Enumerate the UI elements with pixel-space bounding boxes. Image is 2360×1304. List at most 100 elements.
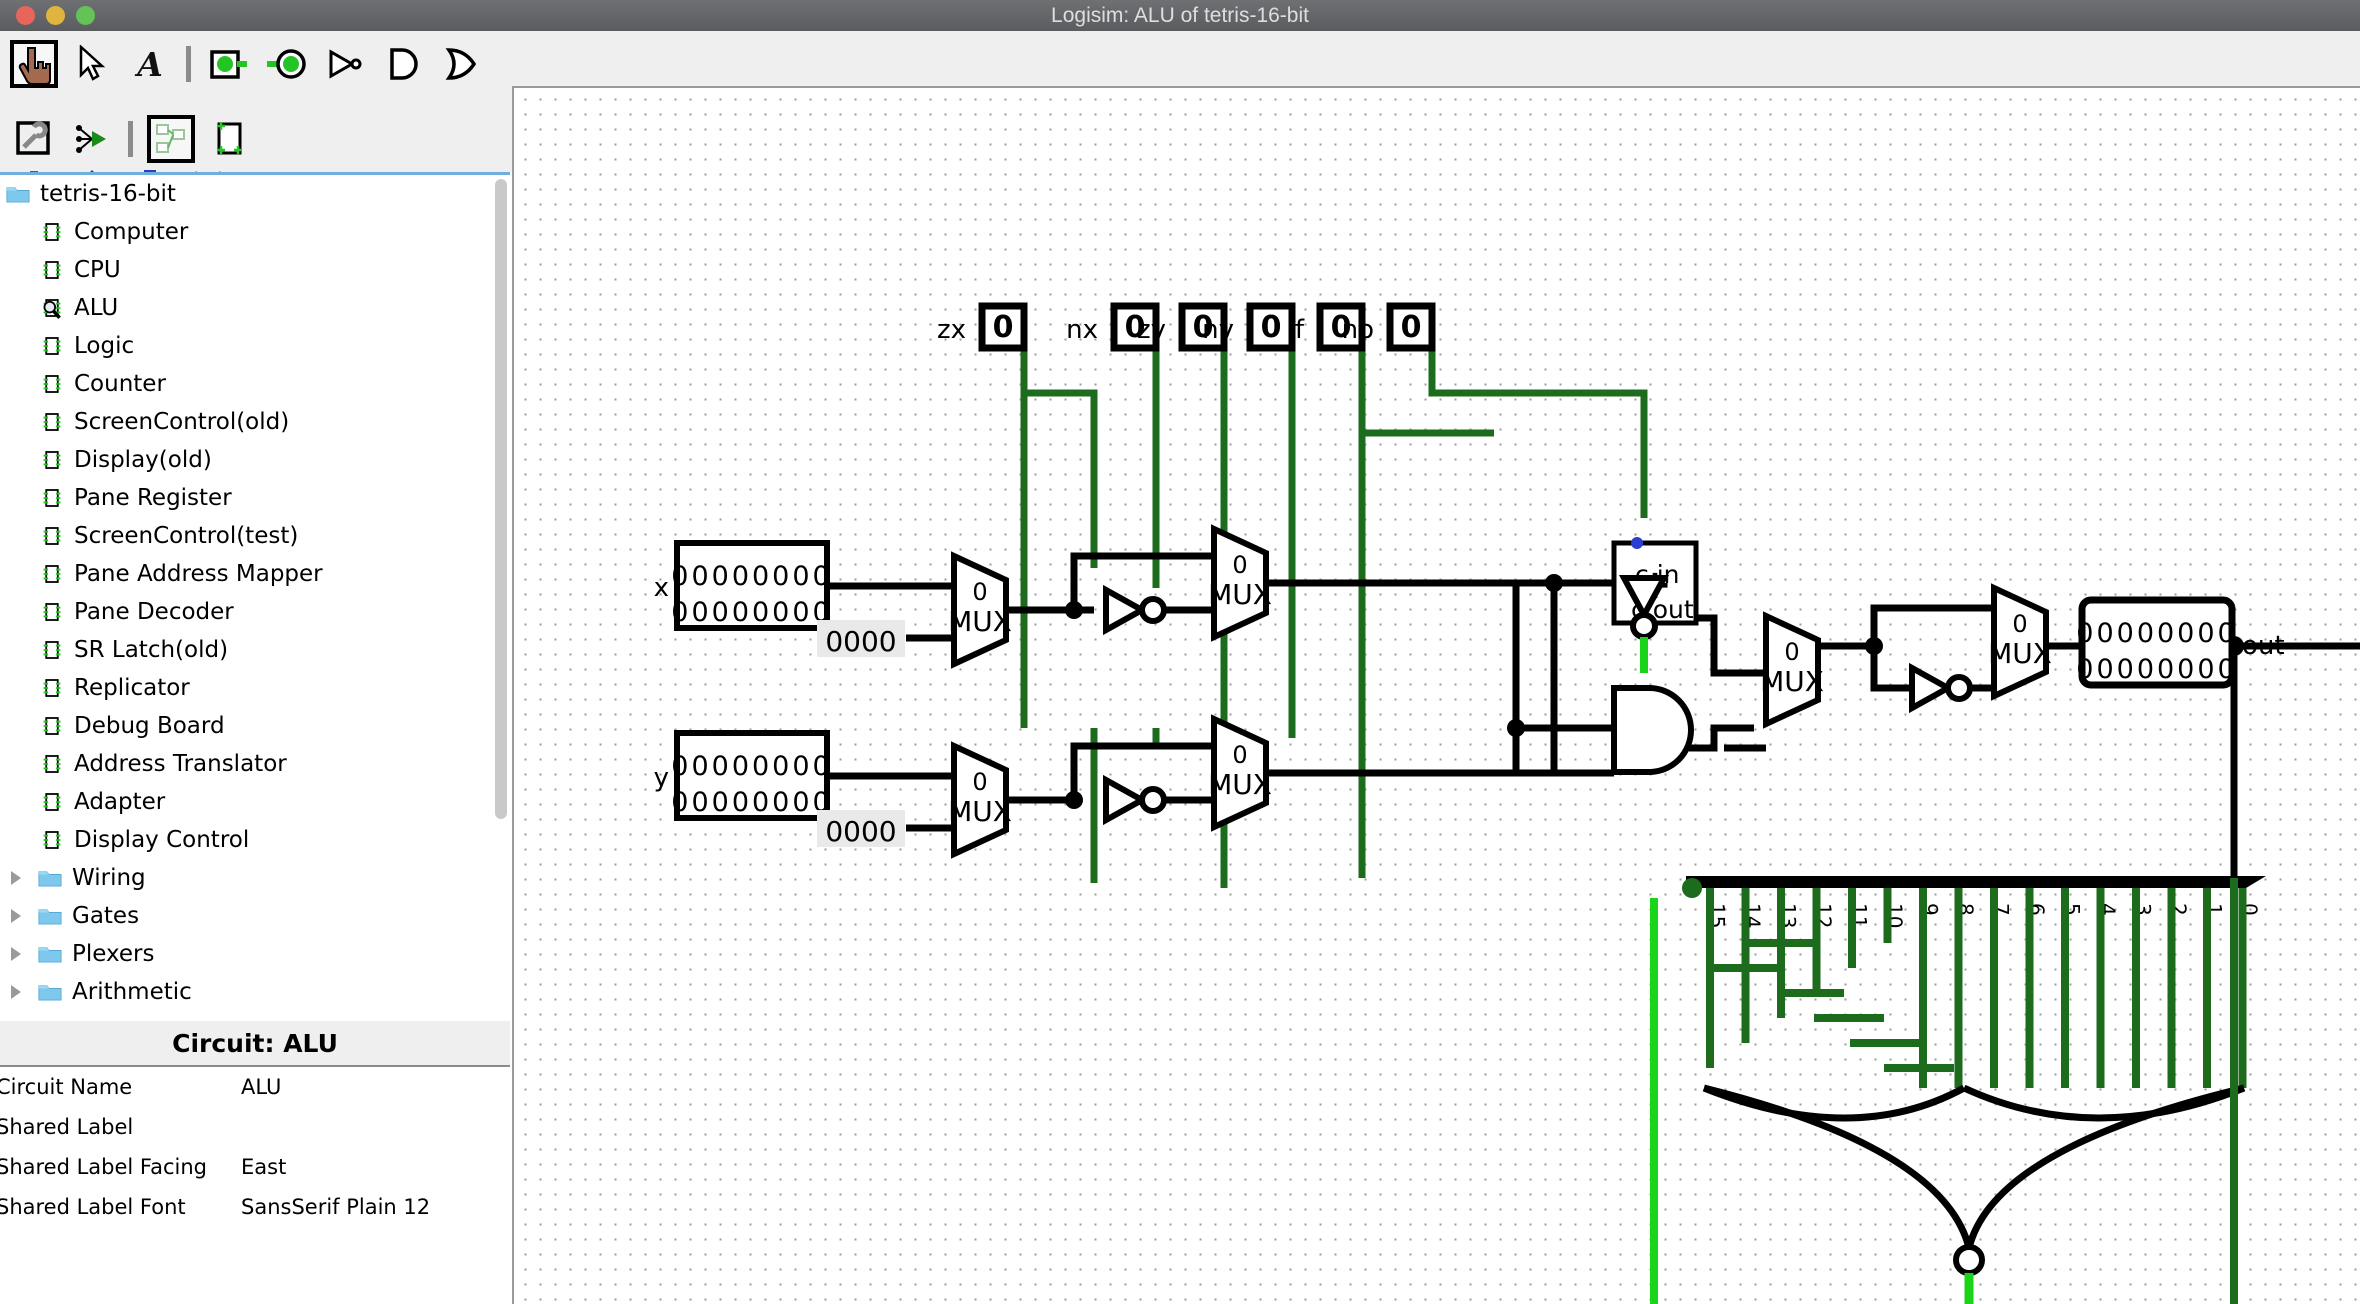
tree-item-label: ALU [74,295,119,321]
tree-item-label: Pane Address Mapper [74,561,323,587]
tree-library-expander[interactable] [4,907,28,925]
circuit-drawing: 0 zx 0 nx 0 zy 0 ny 0 f 0 no 00000000 00… [654,302,2360,1304]
mux-y-zero[interactable]: 0 MUX [948,741,1012,859]
tree-library-expander[interactable] [4,945,28,963]
input-pin-x-label: x [654,573,669,603]
tree-library-icon-wrap [38,944,62,965]
tree-item-icon-wrap [40,370,64,398]
tree-item-icon-wrap [40,560,64,588]
tree-library-arithmetic[interactable]: Arithmetic [0,973,492,1011]
toolbar-row-project [0,115,253,163]
tree-library-expander[interactable] [4,983,28,1001]
tree-item-adapter[interactable]: Adapter [0,783,492,821]
not-gate-tool[interactable] [321,40,369,88]
tree-item-pane-address-mapper[interactable]: Pane Address Mapper [0,555,492,593]
chevron-right-icon[interactable] [8,945,24,963]
or-gate-zero-detect[interactable] [1702,1084,2246,1276]
input-pin-y[interactable]: 00000000 00000000 y [654,730,833,821]
tree-item-address-translator[interactable]: Address Translator [0,745,492,783]
explorer-scrollbar-thumb[interactable] [495,179,507,819]
chevron-right-icon[interactable] [8,983,24,1001]
text-tool[interactable]: A [126,40,174,88]
circuit-icon [43,527,61,545]
toolbar-separator-2 [128,121,133,157]
explorer-scrollbar[interactable] [492,175,510,1021]
mux-x-negate[interactable]: 0 MUX [1208,524,1272,642]
control-pins-group[interactable]: 0 zx 0 nx 0 zy 0 ny 0 f 0 no [937,302,1436,352]
mux-output-negate[interactable]: 0 MUX [1988,583,2052,701]
tree-library-wiring[interactable]: Wiring [0,859,492,897]
mux-x-negate-label: MUX [1208,578,1272,611]
tree-item-pane-decoder[interactable]: Pane Decoder [0,593,492,631]
tree-item-display-control[interactable]: Display Control [0,821,492,859]
tree-root-tetris-16-bit[interactable]: tetris-16-bit [0,175,492,213]
not-gate-y[interactable] [1103,774,1167,826]
property-name: Shared Label Font [0,1195,186,1219]
tree-item-display-old[interactable]: Display(old) [0,441,492,479]
not-gate-x[interactable] [1103,584,1167,636]
subcircuit-tool[interactable] [147,115,195,163]
property-value[interactable]: SansSerif Plain 12 [241,1195,510,1219]
not-gate-icon [329,49,362,79]
text-A-icon: A [134,45,163,83]
mux-function-select[interactable]: 0 MUX [1760,611,1824,729]
mux-y-negate[interactable]: 0 MUX [1208,714,1272,832]
input-pin-x[interactable]: 00000000 00000000 x [654,540,833,631]
tree-item-label: Counter [74,371,166,397]
mux-x-zero[interactable]: 0 MUX [948,551,1012,669]
input-pin-y-value-bottom: 00000000 [671,787,832,818]
input-pin-y-value-top: 00000000 [671,751,832,782]
tree-library-plexers[interactable]: Plexers [0,935,492,973]
mux-x-negate-select: 0 [1232,551,1247,579]
property-value[interactable]: East [241,1155,510,1179]
edit-tool[interactable] [10,115,58,163]
tree-item-pane-register[interactable]: Pane Register [0,479,492,517]
tree-library-icon-wrap [38,982,62,1003]
and-gate-component[interactable] [1611,685,1694,775]
pin-no-value: 0 [1401,310,1422,345]
poke-tool[interactable] [10,40,58,88]
tree-item-counter[interactable]: Counter [0,365,492,403]
splitter-component[interactable]: 15 14 13 12 11 10 9 8 7 6 5 4 3 2 1 0 [1682,876,2266,928]
not-gate-out[interactable] [1909,662,1973,714]
output-pin-tool[interactable] [263,40,311,88]
tree-item-replicator[interactable]: Replicator [0,669,492,707]
tree-library-expander[interactable] [4,869,28,887]
new-circuit-icon [217,122,242,155]
or-gate-tool[interactable] [437,40,485,88]
tree-item-screencontrol-old[interactable]: ScreenControl(old) [0,403,492,441]
property-value[interactable]: ALU [241,1075,510,1099]
tree-item-computer[interactable]: Computer [0,213,492,251]
tree-item-label: Debug Board [74,713,225,739]
circuit-canvas[interactable]: 0 zx 0 nx 0 zy 0 ny 0 f 0 no 00000000 00… [512,86,2360,1304]
mux-y-zero-label: MUX [948,795,1012,828]
circuit-icon [43,489,61,507]
mux-output-negate-label: MUX [1988,637,2052,670]
circuit-icon [43,603,61,621]
pin-ny-value: 0 [1261,310,1282,345]
menu-tool[interactable] [68,115,116,163]
tree-item-icon-wrap [40,408,64,436]
circuit-icon [43,451,61,469]
tree-item-alu[interactable]: ALU [0,289,492,327]
tree-item-logic[interactable]: Logic [0,327,492,365]
tree-item-label: Pane Register [74,485,232,511]
tree-item-cpu[interactable]: CPU [0,251,492,289]
chevron-right-icon[interactable] [8,869,24,887]
properties-header: Circuit: ALU [0,1021,510,1067]
tree-item-sr-latch-old[interactable]: SR Latch(old) [0,631,492,669]
constant-y-group[interactable]: 0000 [817,810,905,848]
explorer-panel[interactable]: tetris-16-bit Computer CPU ALU Logic Counter… [0,172,510,1024]
constant-x-group[interactable]: 0000 [817,620,905,658]
tree-item-screencontrol-test[interactable]: ScreenControl(test) [0,517,492,555]
select-tool[interactable] [68,40,116,88]
tree-item-debug-board[interactable]: Debug Board [0,707,492,745]
tree-item-icon-wrap [40,446,64,474]
add-circuit-tool[interactable] [205,115,253,163]
input-pin-tool[interactable] [205,40,253,88]
chevron-right-icon[interactable] [8,907,24,925]
and-gate-tool[interactable] [379,40,427,88]
output-pin-out[interactable]: 00000000 00000000 out [2076,596,2285,689]
constant-y-value: 0000 [825,815,896,848]
tree-library-gates[interactable]: Gates [0,897,492,935]
